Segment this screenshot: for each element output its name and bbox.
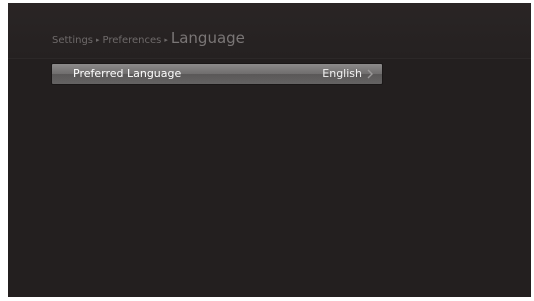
breadcrumb-separator-icon: ▸: [164, 36, 168, 44]
settings-screen: Settings ▸ Preferences ▸ Language Prefer…: [8, 3, 531, 297]
breadcrumb: Settings ▸ Preferences ▸ Language: [52, 29, 245, 55]
breadcrumb-preferences[interactable]: Preferences: [103, 35, 162, 46]
menu-item-value: English: [322, 67, 362, 80]
menu-item-preferred-language[interactable]: Preferred Language English: [52, 64, 382, 84]
header-divider: [8, 58, 531, 59]
breadcrumb-separator-icon: ▸: [96, 36, 100, 44]
chevron-right-icon: [367, 69, 373, 79]
breadcrumb-settings[interactable]: Settings: [52, 35, 93, 46]
header-bar: Settings ▸ Preferences ▸ Language: [8, 3, 531, 58]
menu-item-label: Preferred Language: [73, 67, 182, 80]
page-title: Language: [170, 29, 245, 47]
